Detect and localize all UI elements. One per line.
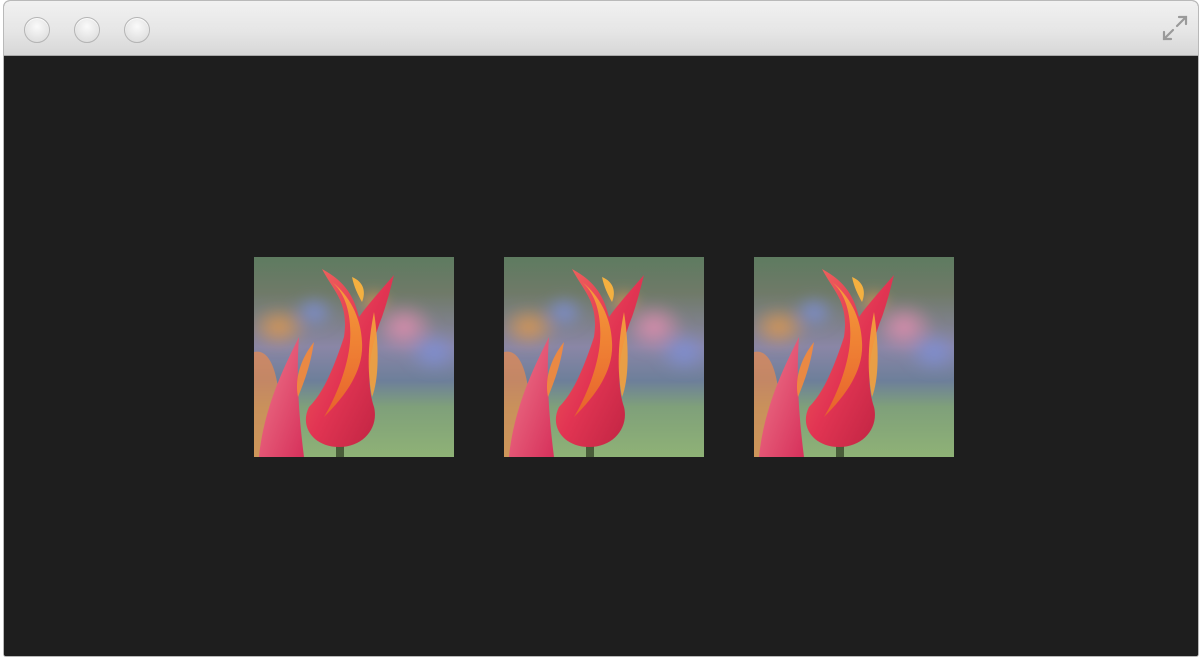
image-gallery (4, 56, 1198, 656)
tulip-image-3 (754, 257, 954, 457)
tulip-image-2 (504, 257, 704, 457)
minimize-button[interactable] (74, 17, 100, 43)
title-bar (4, 1, 1198, 56)
fullscreen-icon[interactable] (1158, 11, 1192, 45)
app-window (4, 1, 1198, 656)
tulip-image-1 (254, 257, 454, 457)
zoom-button[interactable] (124, 17, 150, 43)
close-button[interactable] (24, 17, 50, 43)
